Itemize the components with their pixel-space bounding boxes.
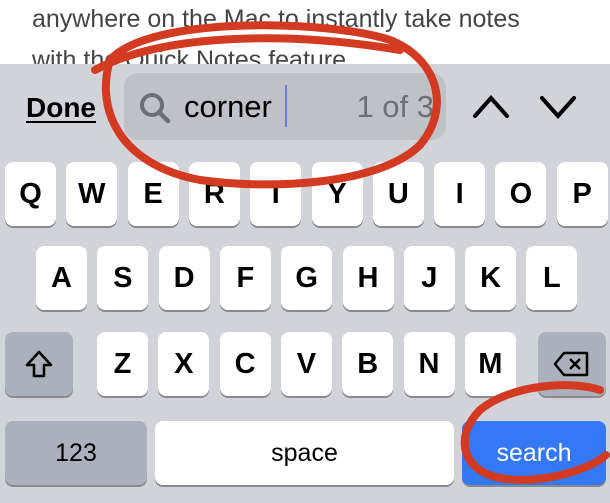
search-key[interactable]: search (462, 421, 606, 485)
done-button[interactable]: Done (26, 92, 96, 124)
key-z[interactable]: Z (97, 332, 148, 396)
text-line: with the Quick Notes feature (32, 46, 347, 64)
chevron-up-icon[interactable] (470, 88, 512, 129)
key-f[interactable]: F (219, 246, 271, 310)
key-e[interactable]: E (127, 162, 179, 226)
key-w[interactable]: W (66, 162, 118, 226)
key-c[interactable]: C (219, 332, 271, 396)
find-search-field[interactable]: corner 1 of 3 (124, 73, 446, 140)
key-o[interactable]: O (495, 162, 547, 226)
key-k[interactable]: K (465, 246, 517, 310)
delete-icon (553, 351, 589, 377)
shift-icon (25, 350, 53, 378)
key-d[interactable]: D (158, 246, 210, 310)
text-caret (285, 85, 287, 127)
key-j[interactable]: J (403, 246, 455, 310)
key-g[interactable]: G (281, 246, 333, 310)
key-r[interactable]: R (188, 162, 240, 226)
key-n[interactable]: N (403, 332, 455, 396)
space-key[interactable]: space (155, 421, 454, 485)
key-x[interactable]: X (158, 332, 210, 396)
numbers-key[interactable]: 123 (5, 421, 147, 485)
match-count: 1 of 3 (356, 89, 434, 124)
text-line: anywhere on the Mac to instantly take no… (32, 5, 520, 33)
key-p[interactable]: P (556, 162, 608, 226)
key-v[interactable]: V (280, 332, 332, 396)
magnifier-icon (138, 91, 174, 132)
key-s[interactable]: S (97, 246, 149, 310)
key-h[interactable]: H (342, 246, 394, 310)
key-y[interactable]: Y (311, 162, 363, 226)
key-m[interactable]: M (464, 332, 516, 396)
key-l[interactable]: L (526, 246, 578, 310)
key-u[interactable]: U (372, 162, 424, 226)
key-a[interactable]: A (36, 246, 87, 310)
key-b[interactable]: B (342, 332, 394, 396)
document-text: anywhere on the Mac to instantly take no… (0, 0, 610, 64)
key-q[interactable]: Q (5, 162, 56, 226)
search-input[interactable]: corner (184, 89, 272, 125)
shift-key[interactable] (5, 332, 73, 396)
delete-key[interactable] (538, 332, 606, 396)
key-i[interactable]: I (434, 162, 486, 226)
key-t[interactable]: T (250, 162, 302, 226)
chevron-down-icon[interactable] (537, 88, 579, 129)
